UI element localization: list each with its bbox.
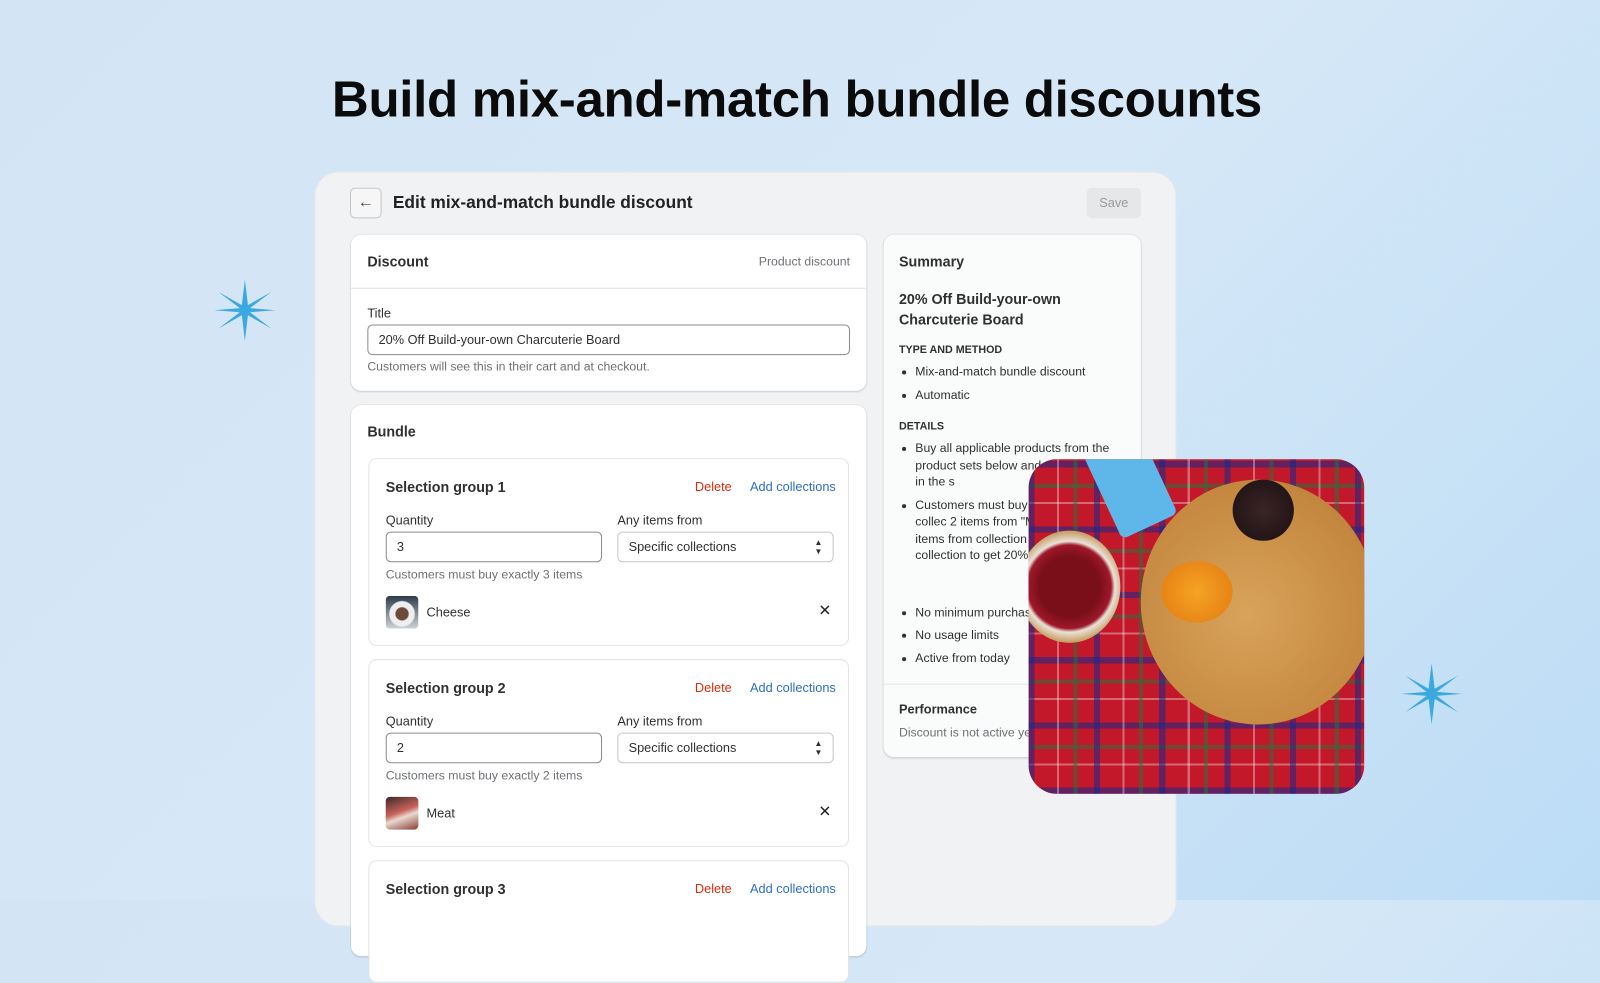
title-help: Customers will see this in their cart an… — [367, 359, 650, 374]
quantity-input[interactable]: 2 — [385, 732, 603, 764]
items-from-select[interactable]: Specific collections ▲ ▼ — [617, 732, 834, 764]
select-value: Specific collections — [628, 539, 737, 555]
items-from-label: Any items from — [617, 714, 703, 729]
summary-heading: Summary — [898, 253, 965, 270]
type-list: Mix-and-match bundle discount Automatic — [899, 363, 1134, 409]
bundle-card: Bundle Selection group 1 Delete Add coll… — [351, 405, 867, 983]
remove-collection-icon[interactable]: ✕ — [818, 601, 831, 619]
remove-collection-icon[interactable]: ✕ — [818, 802, 831, 820]
sparkle-icon — [214, 279, 276, 341]
performance-text: Discount is not active ye — [898, 725, 1032, 740]
collection-thumbnail — [385, 595, 419, 629]
add-collections-button[interactable]: Add collections — [750, 681, 836, 695]
items-from-select[interactable]: Specific collections ▲ ▼ — [617, 531, 834, 563]
selection-group: Selection group 1 Delete Add collections… — [368, 458, 849, 646]
sparkle-icon — [1401, 663, 1463, 725]
quantity-help: Customers must buy exactly 3 items — [385, 567, 583, 582]
charcuterie-photo — [1028, 459, 1365, 794]
quantity-input[interactable]: 3 — [385, 531, 603, 563]
select-caret-icon: ▲ ▼ — [814, 738, 823, 758]
cherry-bowl — [1028, 530, 1121, 643]
summary-title: 20% Off Build-your-own Charcuterie Board — [898, 290, 1061, 328]
list-item: Automatic — [899, 386, 1134, 403]
select-value: Specific collections — [628, 740, 737, 756]
quantity-label: Quantity — [385, 714, 434, 729]
type-heading: TYPE AND METHOD — [898, 343, 1003, 357]
selection-group: Selection group 2 Delete Add collections… — [368, 659, 849, 847]
details-heading: DETAILS — [898, 420, 945, 433]
title-input[interactable]: 20% Off Build-your-own Charcuterie Board — [367, 324, 850, 356]
performance-heading: Performance — [898, 702, 977, 717]
save-button[interactable]: Save — [1086, 187, 1141, 219]
discount-card: Discount Product discount Title 20% Off … — [351, 234, 867, 391]
delete-button[interactable]: Delete — [695, 681, 732, 695]
title-label: Title — [367, 306, 391, 321]
group-name: Selection group 2 — [385, 679, 506, 696]
collection-name: Meat — [426, 806, 455, 821]
select-caret-icon: ▲ ▼ — [814, 537, 823, 557]
list-item: Mix-and-match bundle discount — [899, 363, 1134, 380]
items-from-label: Any items from — [617, 513, 703, 528]
selection-group: Selection group 3 Delete Add collections — [368, 860, 849, 983]
wine-bottle — [1232, 479, 1294, 541]
group-name: Selection group 3 — [385, 880, 506, 897]
discount-type: Product discount — [758, 254, 850, 269]
orange-slices — [1161, 561, 1233, 623]
back-button[interactable]: ← — [349, 187, 382, 219]
quantity-help: Customers must buy exactly 2 items — [385, 768, 583, 783]
discount-heading: Discount — [367, 253, 429, 270]
add-collections-button[interactable]: Add collections — [750, 882, 836, 896]
arrow-left-icon: ← — [357, 193, 374, 212]
delete-button[interactable]: Delete — [695, 480, 732, 494]
headline: Build mix-and-match bundle discounts — [331, 70, 1262, 128]
collection-thumbnail — [385, 796, 419, 830]
group-name: Selection group 1 — [385, 478, 506, 495]
add-collections-button[interactable]: Add collections — [750, 480, 836, 494]
bundle-heading: Bundle — [367, 423, 416, 440]
collection-name: Cheese — [426, 605, 471, 620]
page-title: Edit mix-and-match bundle discount — [392, 192, 693, 213]
divider — [351, 287, 867, 289]
delete-button[interactable]: Delete — [695, 882, 732, 896]
quantity-label: Quantity — [385, 513, 434, 528]
